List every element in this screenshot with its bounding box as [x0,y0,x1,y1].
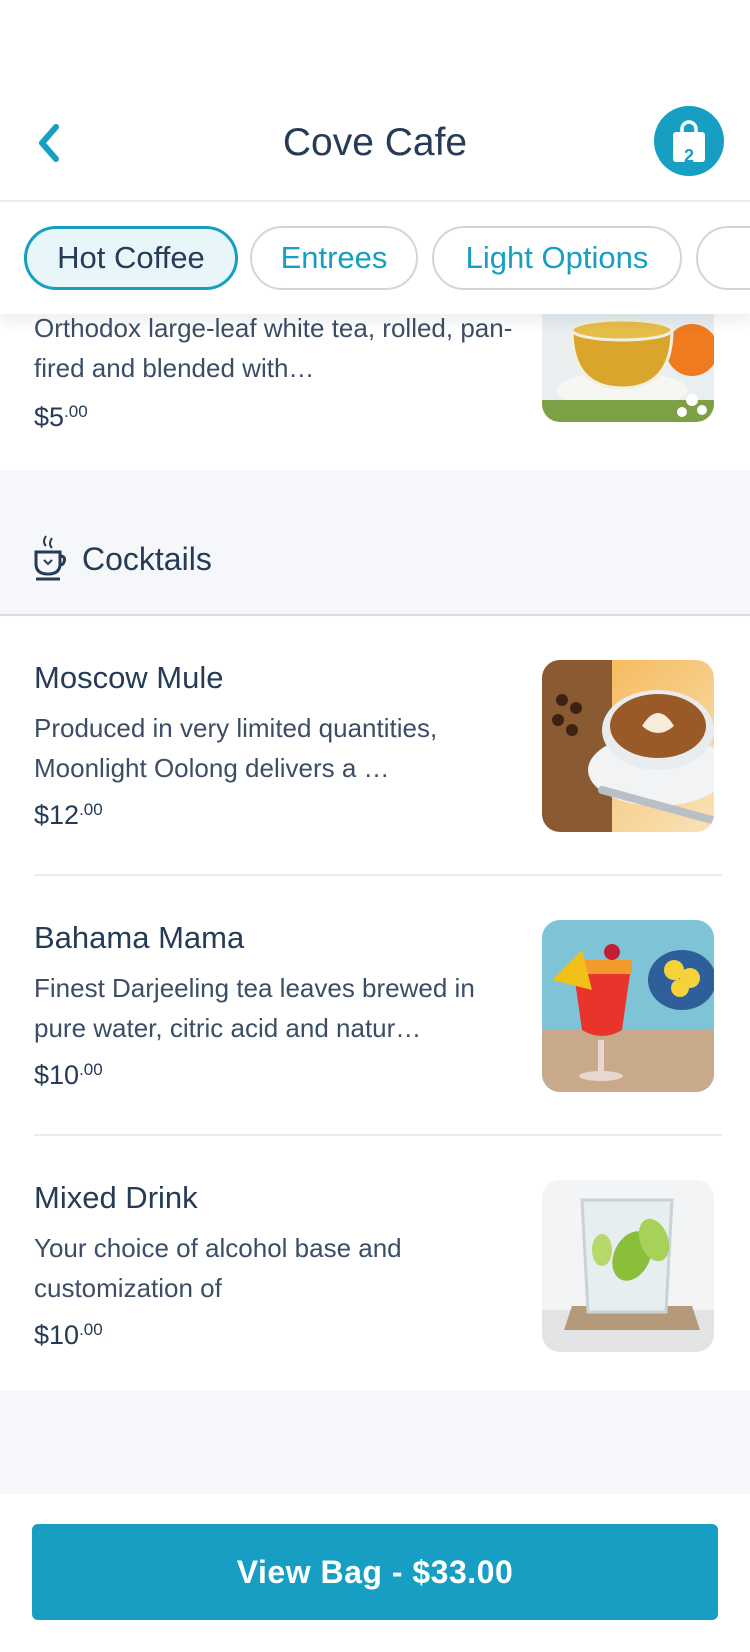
tab-entrees[interactable]: Entrees [250,226,418,290]
item-description: Your choice of alcohol base and customiz… [34,1233,402,1303]
item-price: $10.00 [34,1320,103,1350]
item-description: Orthodox large-leaf white tea, rolled, p… [34,314,513,383]
tab-light-options[interactable]: Light Options [432,226,682,290]
shopping-bag-button[interactable]: 2 [654,106,724,176]
bottom-bar: View Bag - $33.00 [0,1494,750,1652]
section-title: Cocktails [82,541,212,577]
item-price: $10.00 [34,1060,103,1090]
teacup-icon [34,535,66,581]
item-name: Moscow Mule [34,660,224,695]
section-header-cocktails: Cocktails [0,470,750,616]
next-section-band [0,1390,750,1494]
latte-photo [542,660,714,832]
white-tea-photo [542,314,714,422]
category-tabs: Hot Coffee Entrees Light Options [0,204,750,314]
app-header: Cove Cafe 2 [0,100,750,202]
item-name: Bahama Mama [34,920,245,955]
page-title: Cove Cafe [282,121,468,164]
item-description: Finest Darjeeling tea leaves brewed in p… [34,973,475,1043]
item-description: Produced in very limited quantities, Moo… [34,713,438,783]
menu-item-mixed-drink[interactable]: Mixed Drink Your choice of alcohol base … [0,1136,750,1396]
item-price: $5.00 [34,402,88,432]
menu-list[interactable]: Orthodox large-leaf white tea, rolled, p… [0,314,750,1494]
tab-next-partial[interactable] [696,226,750,290]
bag-count-badge: 2 [683,146,694,166]
tropical-cocktail-photo [542,920,714,1092]
item-price: $12.00 [34,800,103,830]
view-bag-button[interactable]: View Bag - $33.00 [32,1524,718,1620]
menu-item-bahama-mama[interactable]: Bahama Mama Finest Darjeeling tea leaves… [0,876,750,1136]
lime-drink-photo [542,1180,714,1352]
menu-item[interactable]: Orthodox large-leaf white tea, rolled, p… [0,314,750,470]
status-bar-area [0,0,750,100]
item-name: Mixed Drink [34,1180,198,1215]
tab-hot-coffee[interactable]: Hot Coffee [24,226,238,290]
menu-item-moscow-mule[interactable]: Moscow Mule Produced in very limited qua… [0,616,750,876]
